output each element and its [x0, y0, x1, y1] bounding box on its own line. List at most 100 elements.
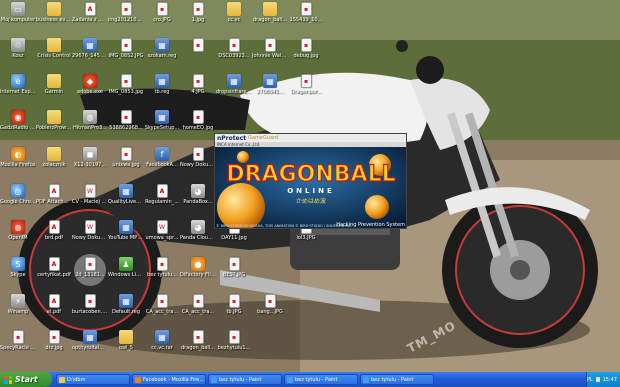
- icon-glyph: ◕: [194, 222, 202, 232]
- desktop-icon[interactable]: ● DiFactory Flight...: [180, 257, 216, 293]
- desktop-icon[interactable]: ▪ debug.jpg: [288, 38, 324, 74]
- desktop-icon[interactable]: ▪ bez tytulu...: [144, 257, 180, 293]
- clock[interactable]: 15:47: [603, 377, 617, 383]
- desktop-icon[interactable]: ▪ unixwa.jpg: [108, 147, 144, 183]
- desktop-icon[interactable]: ▪ burtacoben.jpg: [72, 294, 108, 330]
- desktop-icon[interactable]: ▪ DSC03923...: [216, 38, 252, 74]
- desktop-icon[interactable]: ♲ Kosz: [0, 38, 36, 74]
- desktop-icon-label: Regulamin_...: [145, 199, 179, 205]
- desktop-icon-label: img20121006...: [108, 17, 144, 23]
- icon-glyph: ▪: [231, 333, 237, 341]
- desktop-icon[interactable]: ▦ YouTube MP3 Converter: [108, 220, 144, 256]
- desktop-icon[interactable]: ▪ homeEQ.jpg: [180, 110, 216, 146]
- desktop-icon[interactable]: ▪ Nowy Dokument: [180, 147, 216, 183]
- desktop-icon[interactable]: ◍ OpenIM: [0, 220, 36, 256]
- start-button[interactable]: Start: [0, 372, 52, 387]
- desktop-icon[interactable]: PobierzProwa...: [36, 110, 72, 146]
- desktop-icon[interactable]: ▦ 2706041...: [252, 74, 288, 110]
- desktop-icon[interactable]: ▪ CA_acc_tra...: [144, 294, 180, 330]
- desktop-icon[interactable]: ▪ Dragonpor...: [288, 74, 324, 110]
- taskbar-button[interactable]: D:\dbm: [56, 374, 130, 385]
- language-indicator[interactable]: PL: [587, 377, 593, 383]
- gameguard-splash-window[interactable]: nProtect GameGuard INCA Internet Co.,Ltd…: [214, 133, 407, 229]
- desktop-icon[interactable]: ▦ QualityLiveH...: [108, 184, 144, 220]
- tray-speaker-icon[interactable]: [595, 377, 600, 382]
- desktop-icon[interactable]: ▪ SpecyRacle technicznych: [0, 330, 36, 366]
- desktop-icon[interactable]: ◕ PandaBox...: [180, 184, 216, 220]
- icon-glyph: A: [51, 297, 57, 305]
- desktop-icon[interactable]: ◎ Google Chrome: [0, 184, 36, 220]
- desktop-icon[interactable]: A Zadania z matematyki: [72, 2, 108, 38]
- desktop-icon[interactable]: W Nowy Dokument: [72, 220, 108, 256]
- desktop-icon[interactable]: ▪ IMG_0852.JPG: [108, 38, 144, 74]
- desktop-icon[interactable]: Wumowa_spr...: [144, 220, 180, 256]
- desktop-icon[interactable]: ⚡ Winamp: [0, 294, 36, 330]
- desktop-icon[interactable]: ▦ szokam.reg: [144, 38, 180, 74]
- desktop-icon[interactable]: ▪ cro.JPG: [144, 2, 180, 38]
- desktop-icon[interactable]: ▪ dragon_ball...: [180, 330, 216, 366]
- desktop-icon[interactable]: A PDF Attachment: [36, 184, 72, 220]
- desktop-icon[interactable]: ▭ Mój komputer: [0, 2, 36, 38]
- desktop-icon-label: Skype: [10, 272, 26, 278]
- desktop-icon[interactable]: ▪ bezhytulu1...: [216, 330, 252, 366]
- taskbar-button[interactable]: bez tytulu - Paint: [360, 374, 434, 385]
- desktop-icon[interactable]: W CV - Maciej Cygan.doc: [72, 184, 108, 220]
- desktop-icon[interactable]: ▦ cc.vc.rar: [144, 330, 180, 366]
- gray-icon: ♲: [11, 38, 25, 52]
- desktop-icon[interactable]: S Skype: [0, 257, 36, 293]
- desktop-icon-label: tb.JPG: [226, 309, 242, 315]
- desktop-icon[interactable]: ▪ drz.jpg: [36, 330, 72, 366]
- taskbar-button[interactable]: Facebook - Mozilla Fire...: [132, 374, 206, 385]
- desktop-icon[interactable]: ♟ Windows Live Messenger: [108, 257, 144, 293]
- globe-icon: S: [11, 257, 25, 271]
- desktop-icon[interactable]: ▪ 1.jpg: [180, 2, 216, 38]
- desktop-icon[interactable]: f FacebookA...: [144, 147, 180, 183]
- desktop-icon[interactable]: ▪ 538862968...: [108, 110, 144, 146]
- desktop-icon[interactable]: ◕ Panda Cloud Cleaner: [180, 220, 216, 256]
- desktop-icon[interactable]: ◉ GadziRadio 10: [0, 110, 36, 146]
- pdf-icon: A: [48, 184, 60, 198]
- desktop-icon[interactable]: ▪: [180, 38, 216, 74]
- desktop-icon[interactable]: ▪ BEST.JPG: [216, 257, 252, 293]
- desktop-icon[interactable]: ▪ 4.JPG: [180, 74, 216, 110]
- desktop-icon[interactable]: owl_5: [108, 330, 144, 366]
- desktop-icon[interactable]: ▪ img20121006...: [108, 2, 144, 38]
- desktop-icon[interactable]: business everywhere: [36, 2, 72, 38]
- desktop-icon[interactable]: ▦ 29676_14585...: [72, 38, 108, 74]
- desktop-icon[interactable]: ◍ HitmanPro3...: [72, 110, 108, 146]
- desktop-icon[interactable]: zolacznik: [36, 147, 72, 183]
- gray-icon: ◍: [83, 110, 97, 124]
- desktop-icon[interactable]: ◼ X12-30197...: [72, 147, 108, 183]
- icon-glyph: ◐: [14, 149, 22, 159]
- desktop-icon[interactable]: Acertyfikat.pdf: [36, 257, 72, 293]
- desktop-icon[interactable]: e Internet Explorer: [0, 74, 36, 110]
- desktop-icon[interactable]: ▦ opthyroitalwo...: [72, 330, 108, 366]
- desktop-icon[interactable]: ◆ adobe.exe: [72, 74, 108, 110]
- taskbar-button[interactable]: bez tytulu - Paint: [208, 374, 282, 385]
- icon-glyph: ▪: [195, 41, 201, 49]
- desktop-icon[interactable]: ▪ IMG_0853.jpg: [108, 74, 144, 110]
- desktop-icon[interactable]: ▪ Johnnie Walker office: [252, 38, 288, 74]
- desktop-icon[interactable]: ▦ Default.reg: [108, 294, 144, 330]
- desktop-icon[interactable]: ▦ tb.reg: [144, 74, 180, 110]
- taskbar: Start D:\dbm Facebook - Mozilla Fire... be…: [0, 372, 620, 387]
- desktop-icon[interactable]: A Regulamin_...: [144, 184, 180, 220]
- desktop-icon[interactable]: ▪ CA_acc_tra...: [180, 294, 216, 330]
- desktop-icon[interactable]: ▪ 155439_10...: [288, 2, 324, 38]
- desktop-icon-label: unixwa.jpg: [112, 162, 140, 168]
- desktop-icon[interactable]: ▪ bang...JPG: [252, 294, 288, 330]
- desktop-icon[interactable]: ▦ SkypeSetup...: [144, 110, 180, 146]
- desktop-icon[interactable]: cc.vc: [216, 2, 252, 38]
- desktop-icon[interactable]: ◐ Mozilla Firefox: [0, 147, 36, 183]
- desktop-icon[interactable]: dragon_ball...: [252, 2, 288, 38]
- desktop-icon[interactable]: ▪ tb.JPG: [216, 294, 252, 330]
- desktop-icon[interactable]: Crisis Control: [36, 38, 72, 74]
- taskbar-button[interactable]: bez tytulu - Paint: [284, 374, 358, 385]
- desktop-icon[interactable]: ▦ dropsinfrared...: [216, 74, 252, 110]
- desktop-icon[interactable]: Ael.pdf: [36, 294, 72, 330]
- desktop-icon[interactable]: Garmin: [36, 74, 72, 110]
- desktop-icon-label: Mój komputer: [0, 17, 36, 23]
- desktop-icon[interactable]: Abrd.pdf: [36, 220, 72, 256]
- desktop-icon[interactable]: ▪ 2d_13181...: [72, 257, 108, 293]
- folder-icon: [47, 74, 61, 88]
